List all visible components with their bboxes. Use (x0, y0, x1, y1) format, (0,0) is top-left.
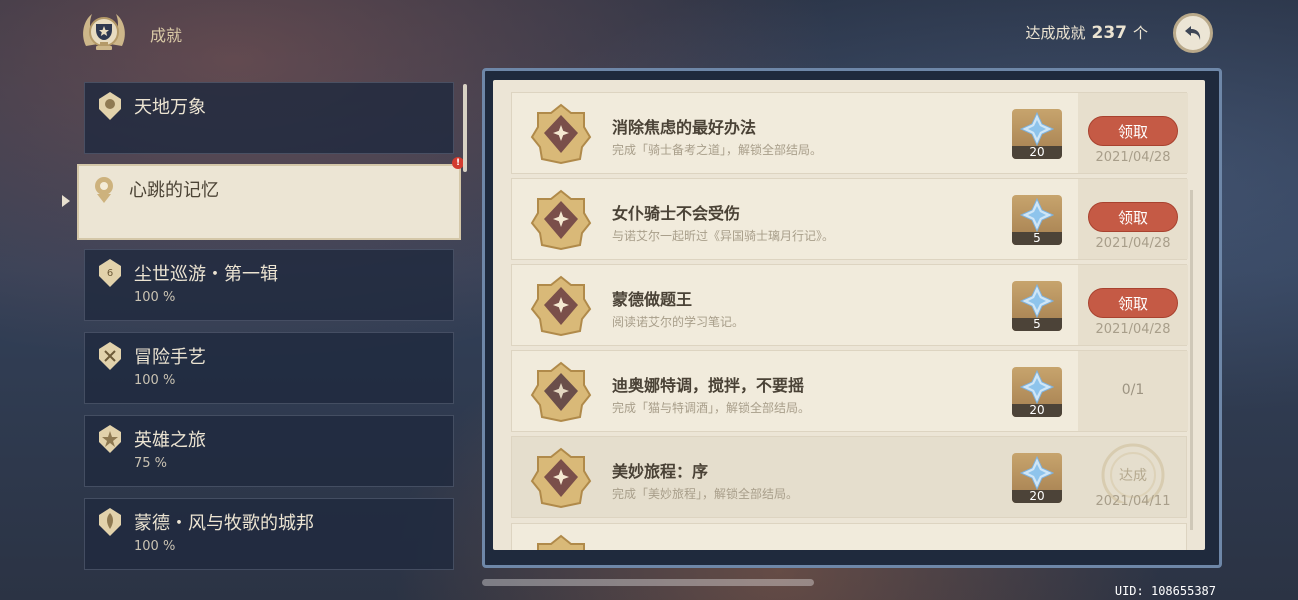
achievement-row: 迪奥娜特调，搅拌，不要摇 完成「猫与特调酒」，解锁全部结局。 20 0/1 (511, 350, 1188, 432)
primogem-reward[interactable]: 5 (1012, 281, 1062, 331)
achievement-status: 领取 2021/04/28 (1078, 93, 1188, 173)
achievement-date: 2021/04/28 (1095, 150, 1171, 165)
sidebar-item-maoxianshouyi[interactable]: 冒险手艺 100 % (84, 332, 454, 404)
achievement-status: 领取 2021/04/28 (1078, 179, 1188, 259)
category-badge-icon (99, 92, 121, 120)
category-badge-icon: 6 (99, 259, 121, 287)
category-badge-icon (95, 177, 113, 203)
reward-amount: 5 (1012, 318, 1062, 331)
reward-amount: 5 (1012, 232, 1062, 245)
achievement-row-partial (511, 523, 1187, 550)
completed-label: 达成 (1119, 468, 1147, 484)
sidebar-item-label: 天地万象 (134, 97, 206, 118)
achievement-title: 美妙旅程：序 (612, 462, 709, 481)
achievement-medal-icon (530, 447, 592, 509)
achievement-date: 2021/04/28 (1095, 236, 1171, 251)
back-arrow-icon (1185, 26, 1201, 40)
sidebar-item-label: 冒险手艺 (134, 347, 206, 368)
category-badge-icon (99, 508, 121, 536)
count-unit: 个 (1132, 24, 1148, 42)
sidebar-item-percent: 100 % (134, 290, 176, 305)
achievement-date: 2021/04/11 (1095, 494, 1171, 509)
achievement-title: 蒙德做题王 (612, 290, 693, 309)
count-value: 237 (1091, 23, 1127, 43)
achievement-row: 蒙德做题王 阅读诺艾尔的学习笔记。 5 领取 2021/04/28 (511, 264, 1188, 346)
list-scrollbar[interactable] (1190, 190, 1193, 530)
achievement-desc: 完成「猫与特调酒」，解锁全部结局。 (612, 401, 811, 415)
claim-button[interactable]: 领取 (1088, 202, 1178, 232)
achievement-title: 消除焦虑的最好办法 (612, 118, 757, 137)
achievement-count: 达成成就 237 个 (1025, 22, 1148, 43)
achievement-desc: 完成「骑士备考之道」，解锁全部结局。 (612, 143, 823, 157)
sidebar-item-label: 心跳的记忆 (129, 180, 219, 201)
sidebar-item-tiandiwanxiang[interactable]: 天地万象 (84, 82, 454, 154)
achievement-date: 2021/04/28 (1095, 322, 1171, 337)
primogem-reward[interactable]: 20 (1012, 367, 1062, 417)
primogem-icon (1020, 456, 1054, 490)
primogem-icon (1020, 370, 1054, 404)
sidebar-item-chenshixunyou[interactable]: 6 尘世巡游・第一辑 100 % (84, 249, 454, 321)
primogem-icon (1020, 112, 1054, 146)
back-button[interactable] (1173, 13, 1213, 53)
achievement-desc: 完成「美妙旅程」，解锁全部结局。 (612, 487, 799, 501)
achievement-status: 领取 2021/04/28 (1078, 265, 1188, 345)
sidebar-scrollbar[interactable] (463, 84, 467, 172)
achievement-medal-icon (530, 275, 592, 337)
reward-amount: 20 (1012, 490, 1062, 503)
achievement-row: 女仆骑士不会受伤 与诺艾尔一起昕过《异国骑士璃月行记》。 5 领取 2021/0… (511, 178, 1188, 260)
category-badge-icon (99, 342, 121, 370)
achievement-progress: 0/1 (1121, 382, 1145, 398)
primogem-reward: 20 (1012, 453, 1062, 503)
achievement-medal-icon (530, 103, 592, 165)
achievement-desc: 阅读诺艾尔的学习笔记。 (612, 315, 745, 329)
achievement-status: 达成 2021/04/11 (1078, 437, 1188, 517)
trophy-emblem-icon (83, 14, 125, 50)
sidebar-item-percent: 100 % (134, 373, 176, 388)
sidebar-item-label: 蒙德・风与牧歌的城邦 (134, 513, 314, 534)
reward-amount: 20 (1012, 404, 1062, 417)
achievement-list[interactable]: 消除焦虑的最好办法 完成「骑士备考之道」，解锁全部结局。 20 领取 2021/… (493, 80, 1205, 550)
achievement-medal-icon (537, 534, 585, 550)
sidebar-item-label: 英雄之旅 (134, 430, 206, 451)
sidebar-item-xintiaodejiyi[interactable]: 心跳的记忆 (77, 164, 461, 240)
category-badge-icon (99, 425, 121, 453)
primogem-reward[interactable]: 20 (1012, 109, 1062, 159)
achievement-status: 0/1 (1078, 351, 1188, 431)
active-indicator-icon (62, 195, 70, 207)
sidebar-item-yingxiongzhilv[interactable]: 英雄之旅 75 % (84, 415, 454, 487)
achievement-medal-icon (530, 189, 592, 251)
sidebar-item-percent: 100 % (134, 539, 176, 554)
page-title: 成就 (150, 26, 183, 45)
svg-text:6: 6 (107, 268, 113, 279)
player-uid: UID: 108655387 (1114, 584, 1216, 598)
achievement-row: 消除焦虑的最好办法 完成「骑士备考之道」，解锁全部结局。 20 领取 2021/… (511, 92, 1188, 174)
achievement-title: 迪奥娜特调，搅拌，不要摇 (612, 376, 805, 395)
primogem-icon (1020, 198, 1054, 232)
achievement-title: 女仆骑士不会受伤 (612, 204, 741, 223)
sidebar-item-label: 尘世巡游・第一辑 (134, 264, 278, 285)
sidebar-item-percent: 75 % (134, 456, 168, 471)
horizontal-scrollbar[interactable] (482, 579, 814, 586)
achievement-desc: 与诺艾尔一起昕过《异国骑士璃月行记》。 (612, 229, 835, 243)
achievement-medal-icon (530, 361, 592, 423)
claim-button[interactable]: 领取 (1088, 116, 1178, 146)
primogem-icon (1020, 284, 1054, 318)
achievement-row: 美妙旅程：序 完成「美妙旅程」，解锁全部结局。 20 达成 2021/04/11 (511, 436, 1187, 518)
count-label: 达成成就 (1025, 24, 1086, 42)
reward-amount: 20 (1012, 146, 1062, 159)
claim-button[interactable]: 领取 (1088, 288, 1178, 318)
primogem-reward[interactable]: 5 (1012, 195, 1062, 245)
sidebar-item-mengde[interactable]: 蒙德・风与牧歌的城邦 100 % (84, 498, 454, 570)
